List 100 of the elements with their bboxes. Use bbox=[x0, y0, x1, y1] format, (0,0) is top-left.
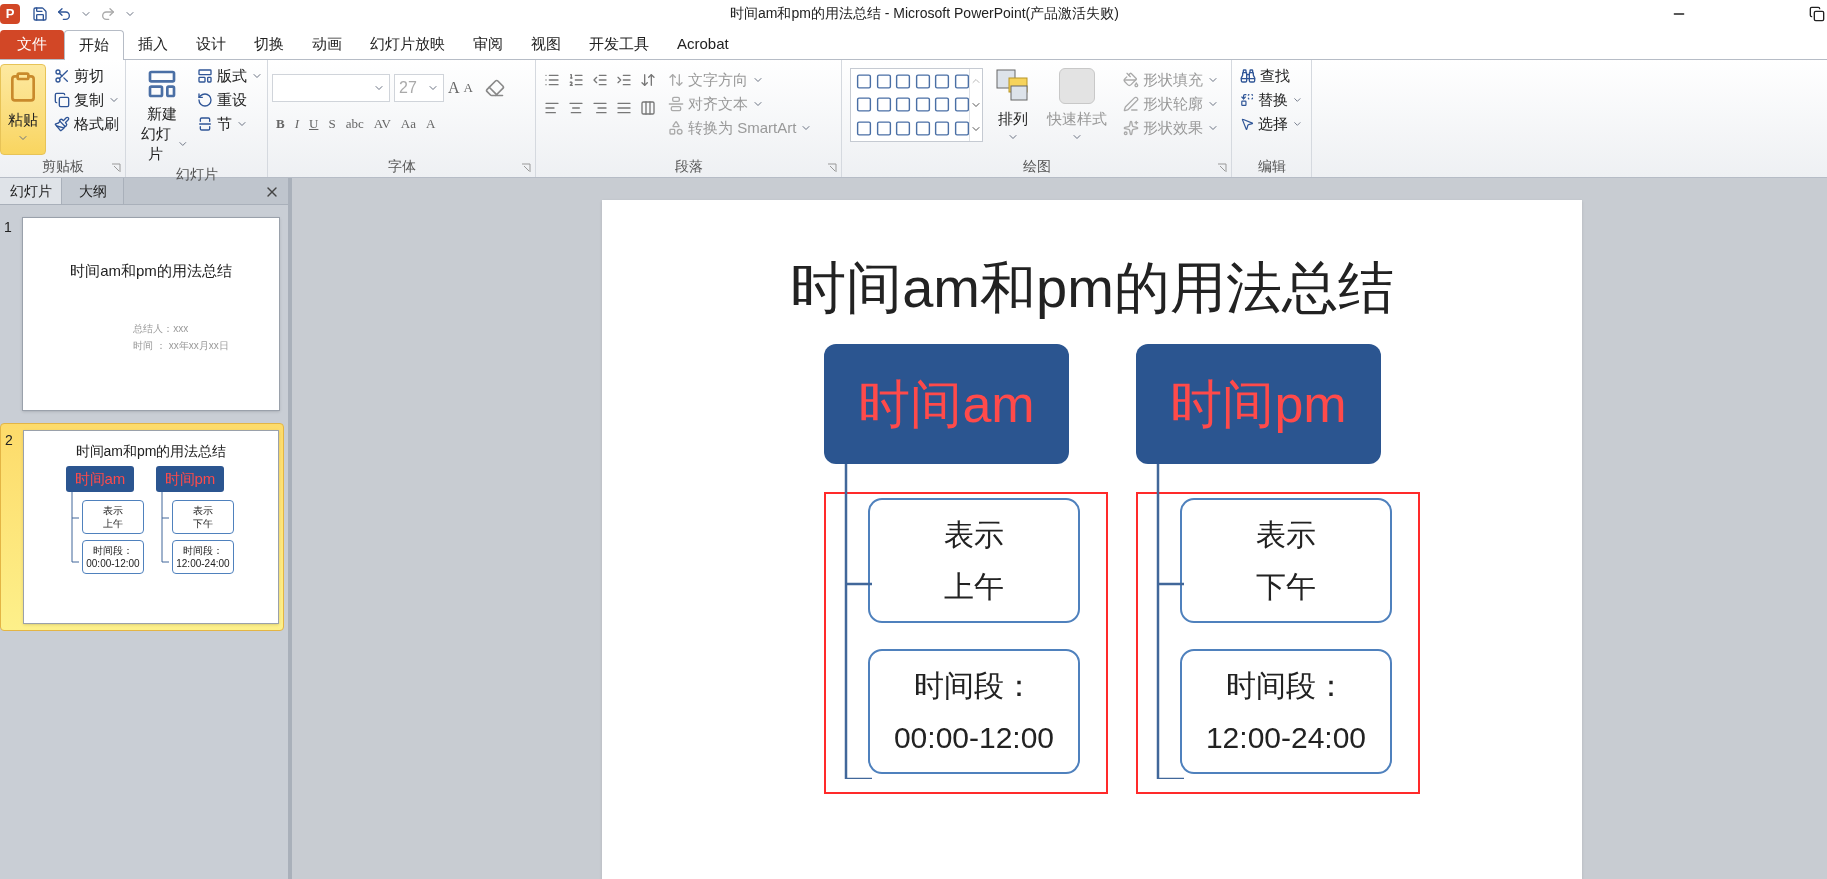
ribbon-command[interactable]: 查找 bbox=[1236, 64, 1307, 88]
shapes-gallery[interactable] bbox=[850, 68, 983, 142]
columns-icon[interactable] bbox=[640, 100, 656, 116]
ribbon-tab[interactable]: 设计 bbox=[182, 29, 240, 59]
ribbon-command[interactable]: 重设 bbox=[193, 88, 267, 112]
ribbon-command[interactable]: 格式刷 bbox=[50, 112, 124, 136]
node-text: 表示 bbox=[944, 516, 1004, 553]
save-icon[interactable] bbox=[32, 5, 48, 22]
thumbnail-text: 总结人：xxx bbox=[133, 321, 190, 336]
slide-number: 1 bbox=[4, 218, 13, 237]
shape-icon[interactable] bbox=[894, 73, 912, 90]
ribbon-command[interactable]: 复制 bbox=[50, 88, 124, 112]
thumbnail-text: 时间 ： xx年xx月xx日 bbox=[133, 338, 229, 353]
node-text: 时间段： bbox=[182, 544, 223, 557]
format-button[interactable]: B bbox=[276, 114, 285, 134]
command-icon bbox=[54, 116, 70, 132]
numbering-icon[interactable] bbox=[568, 72, 584, 88]
clear-formatting-icon[interactable] bbox=[484, 78, 505, 98]
shape-icon[interactable] bbox=[913, 96, 932, 114]
group-label: 幻灯片 bbox=[175, 165, 218, 184]
font-name-field[interactable] bbox=[272, 74, 390, 102]
node-text: 00:00-12:00 bbox=[893, 719, 1055, 756]
shape-icon[interactable] bbox=[874, 119, 893, 137]
format-button[interactable]: AV bbox=[373, 114, 391, 134]
shape-icon[interactable] bbox=[913, 73, 932, 90]
justify-icon[interactable] bbox=[616, 100, 632, 116]
restore-icon[interactable] bbox=[1809, 5, 1825, 22]
undo-icon[interactable] bbox=[56, 5, 72, 22]
arrange-button[interactable]: 排列 bbox=[991, 68, 1035, 155]
increase-indent-icon[interactable] bbox=[616, 72, 632, 88]
paste-button[interactable]: 粘贴 bbox=[0, 64, 46, 155]
align-right-icon[interactable] bbox=[592, 100, 608, 116]
shape-icon[interactable] bbox=[933, 73, 951, 90]
command-icon bbox=[54, 92, 70, 108]
shape-icon[interactable] bbox=[855, 73, 873, 90]
ribbon-command[interactable]: 选择 bbox=[1236, 112, 1307, 136]
line-spacing-icon[interactable] bbox=[640, 72, 656, 88]
file-tab[interactable]: 文件 bbox=[0, 30, 64, 59]
ribbon-command[interactable]: 节 bbox=[193, 112, 267, 136]
ribbon-tab[interactable]: 开始 bbox=[64, 30, 124, 60]
ribbon-tab[interactable]: 视图 bbox=[517, 29, 575, 59]
app-logo[interactable]: P bbox=[0, 3, 20, 24]
shape-icon[interactable] bbox=[894, 119, 912, 137]
slide-thumbnail[interactable]: 时间am和pm的用法总结 总结人：xxx 时间 ： xx年xx月xx日 bbox=[22, 217, 280, 411]
command-icon bbox=[54, 68, 70, 84]
shape-icon[interactable] bbox=[952, 96, 971, 114]
node-text: 下午 bbox=[1256, 568, 1316, 605]
node-text: 12:00-24:00 bbox=[176, 557, 230, 570]
command-icon bbox=[197, 68, 213, 84]
format-button[interactable]: Aa bbox=[400, 114, 416, 134]
decrease-indent-icon[interactable] bbox=[592, 72, 608, 88]
shape-icon[interactable] bbox=[952, 119, 971, 137]
format-button[interactable]: U bbox=[309, 114, 319, 134]
shape-icon[interactable] bbox=[894, 96, 912, 114]
dialog-launcher-icon[interactable] bbox=[827, 163, 837, 173]
shrink-font-button[interactable]: A bbox=[463, 78, 473, 98]
command-icon bbox=[197, 116, 213, 132]
shape-icon[interactable] bbox=[952, 73, 971, 90]
grow-font-button[interactable]: A bbox=[448, 76, 460, 100]
ribbon-tab[interactable]: Acrobat bbox=[663, 29, 743, 59]
ribbon-command[interactable]: 替换 bbox=[1236, 88, 1307, 112]
ribbon-tab[interactable]: 插入 bbox=[124, 29, 182, 59]
quick-styles-icon bbox=[1059, 68, 1095, 104]
align-left-icon[interactable] bbox=[544, 100, 560, 116]
new-slide-button[interactable]: 新建 幻灯片 bbox=[134, 64, 189, 164]
format-button[interactable]: abc bbox=[345, 114, 364, 134]
shape-icon[interactable] bbox=[874, 96, 893, 114]
group-label: 编辑 bbox=[1257, 156, 1286, 176]
dialog-launcher-icon[interactable] bbox=[111, 163, 121, 173]
bullets-icon[interactable] bbox=[544, 72, 560, 88]
group-label: 剪贴板 bbox=[41, 156, 84, 176]
ribbon-command[interactable]: 版式 bbox=[193, 64, 267, 88]
shape-icon[interactable] bbox=[913, 119, 932, 137]
shape-icon[interactable] bbox=[855, 119, 873, 137]
ribbon-tab[interactable]: 动画 bbox=[298, 29, 356, 59]
ribbon-tab[interactable]: 审阅 bbox=[459, 29, 517, 59]
slide-thumbnail[interactable]: 时间am和pm的用法总结 时间am 表示 上午 时间段： 00:00-12:00 时间pm 表示 下午 时间段： 12:00-24:00 bbox=[22, 430, 279, 624]
dialog-launcher-icon[interactable] bbox=[521, 163, 531, 173]
format-button[interactable]: I bbox=[294, 114, 299, 134]
align-center-icon[interactable] bbox=[568, 100, 584, 116]
format-button[interactable]: A bbox=[425, 114, 436, 134]
slide-number: 2 bbox=[5, 431, 14, 450]
panel-tab[interactable]: 幻灯片 bbox=[0, 178, 62, 204]
slide-thumbnail-row[interactable]: 2 时间am和pm的用法总结 时间am 表示 上午 时间段： 00:00-12:00 时间pm 表示 下午 时间段： 12:00-24:00 bbox=[0, 423, 284, 631]
ribbon-tab[interactable]: 切换 bbox=[240, 29, 298, 59]
slide-thumbnail-row[interactable]: 1 时间am和pm的用法总结 总结人：xxx 时间 ： xx年xx月xx日 bbox=[0, 211, 284, 417]
group-label: 绘图 bbox=[1022, 156, 1051, 176]
ribbon-tab[interactable]: 开发工具 bbox=[575, 29, 663, 59]
shape-icon[interactable] bbox=[855, 96, 873, 114]
dialog-launcher-icon[interactable] bbox=[1217, 163, 1227, 173]
shape-icon[interactable] bbox=[874, 73, 893, 90]
ribbon-command[interactable]: 剪切 bbox=[50, 64, 124, 88]
command-icon bbox=[1240, 92, 1255, 108]
shape-icon[interactable] bbox=[933, 119, 951, 137]
panel-tab[interactable]: 大纲 bbox=[62, 178, 124, 204]
header-text: 时间pm bbox=[164, 468, 216, 489]
shape-icon[interactable] bbox=[933, 96, 951, 114]
ribbon-tab[interactable]: 幻灯片放映 bbox=[356, 29, 459, 59]
group-label: 段落 bbox=[674, 156, 703, 176]
format-button[interactable]: S bbox=[328, 114, 336, 134]
